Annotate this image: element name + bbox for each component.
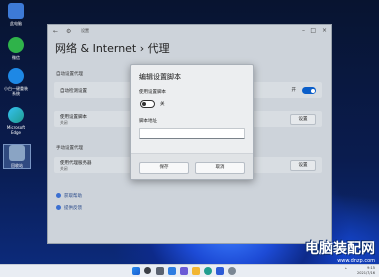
auto-detect-toggle[interactable] [302,87,316,94]
edge-icon [8,107,24,123]
save-button[interactable]: 保存 [139,162,189,174]
start-icon[interactable] [132,267,140,275]
reinstall-icon [8,68,24,84]
script-address-label: 脚本地址 [139,119,157,124]
desktop-icon-label: Microsoft Edge [6,125,26,135]
close-icon[interactable]: × [322,27,327,34]
use-script-state: 关闭 [60,120,68,125]
tray-chevron-icon[interactable]: ˄ [345,268,348,274]
taskbar: ˄ 9:15 2021/7/16 [0,264,379,277]
use-proxy-setup-button[interactable]: 设置 [290,160,316,171]
desktop-icon-this-pc[interactable]: 此电脑 [3,3,29,26]
desktop-icon-label: 小白一键重装 系统 [4,86,28,96]
feedback-link-label: 提供反馈 [64,206,82,211]
desktop-icon-label: 此电脑 [10,21,22,26]
settings-icon[interactable] [228,267,236,275]
use-script-setup-button[interactable]: 设置 [290,114,316,125]
script-toggle-state: 关 [160,102,165,107]
desktop: 此电脑 微信 小白一键重装 系统 Microsoft Edge 回收站 ← ⚙ … [0,0,379,264]
dialog-title: 编辑设置脚本 [139,73,181,81]
explorer-icon[interactable] [192,267,200,275]
section-manual-proxy: 手动设置代理 [56,146,83,151]
title-bar: ← ⚙ 设置 – □ × [48,25,331,37]
page-title: 网络 & Internet › 代理 [55,42,170,55]
desktop-icon-edge[interactable]: Microsoft Edge [3,107,29,135]
desktop-icon-wechat[interactable]: 微信 [3,37,29,60]
cancel-button[interactable]: 取消 [195,162,245,174]
clock[interactable]: 9:15 2021/7/16 [357,266,375,275]
clock-date: 2021/7/16 [357,270,375,275]
desktop-icon-label: 微信 [12,55,20,60]
taskview-icon[interactable] [156,267,164,275]
store-icon[interactable] [216,267,224,275]
widgets-icon[interactable] [168,267,176,275]
script-toggle-label: 使用设置脚本 [139,90,166,95]
dialog-footer: 保存 取消 [131,153,253,179]
use-proxy-state: 关闭 [60,166,68,171]
minimize-icon[interactable]: – [302,27,305,34]
edge-icon[interactable] [204,267,212,275]
feedback-link[interactable]: 提供反馈 [56,205,82,211]
help-link-label: 获取帮助 [64,194,82,199]
search-icon[interactable] [144,267,151,274]
desktop-icon-recycle-bin[interactable]: 回收站 [3,144,31,169]
script-toggle[interactable] [140,100,155,108]
section-auto-proxy: 自动设置代理 [56,72,83,77]
script-address-input[interactable] [139,128,245,139]
desktop-icon-label: 回收站 [11,163,23,168]
back-arrow-icon[interactable]: ← [53,28,58,35]
feedback-icon [56,205,61,210]
desktop-icon-reinstall[interactable]: 小白一键重装 系统 [3,68,29,96]
computer-icon [8,3,24,19]
help-icon [56,193,61,198]
auto-detect-label: 自动检测设置 [60,89,87,94]
chat-icon[interactable] [180,267,188,275]
settings-app-icon: ⚙ [66,28,72,35]
help-link[interactable]: 获取帮助 [56,193,82,199]
wechat-icon [8,37,24,53]
edit-script-dialog: 编辑设置脚本 使用设置脚本 关 脚本地址 保存 取消 [130,64,254,180]
app-title: 设置 [81,28,89,33]
auto-detect-state: 开 [291,88,297,93]
maximize-icon[interactable]: □ [310,27,316,34]
recycle-bin-icon [9,145,25,161]
